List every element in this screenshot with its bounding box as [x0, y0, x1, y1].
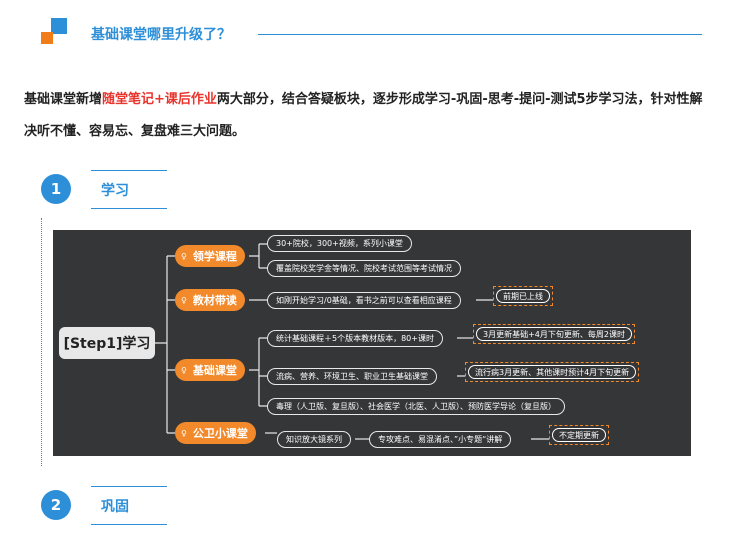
header-logo-icon: [41, 18, 67, 48]
step-2-number: 2: [41, 490, 71, 520]
mindmap-root: [Step1]学习: [59, 327, 155, 359]
leaf-1-2: 覆盖院校奖学金等情况、院校考试范围等考试情况: [267, 260, 461, 277]
tag-4: 不定期更新: [549, 425, 609, 445]
section-title: 基础课堂哪里升级了？: [91, 27, 231, 43]
leaf-2-1: 如刚开始学习/0基础，看书之前可以查看相应课程: [267, 292, 461, 309]
leaf-3-2: 流病、营养、环境卫生、职业卫生基础课堂: [267, 368, 437, 385]
step-1-rule-top: [91, 170, 167, 171]
leaf-4-2: 专攻难点、易混淆点、”小专题“讲解: [369, 431, 512, 448]
tag-3-1: 3月更新基础+4月下旬更新、每周2课时: [473, 324, 635, 344]
intro-text-1: 基础课堂新增: [24, 92, 103, 107]
mindmap-image: [Step1]学习 ♀ 领学课程 ♀ 教材带读 ♀ 基础课堂 ♀ 公卫小课堂 30+院校…: [53, 230, 691, 456]
step-1-label: 学习: [101, 183, 129, 199]
step-1-number: 1: [41, 174, 71, 204]
leaf-4-1: 知识放大镜系列: [277, 431, 351, 448]
step-connector: [41, 218, 42, 466]
branch-jichu: ♀ 基础课堂: [175, 359, 245, 381]
tag-2: 前期已上线: [493, 286, 553, 306]
leaf-1-1: 30+院校，300+视频，系列小课堂: [267, 235, 412, 252]
intro-highlight: 随堂笔记+课后作业: [102, 92, 217, 107]
title-divider: [258, 34, 702, 35]
branch-lingxue: ♀ 领学课程: [175, 245, 245, 267]
intro-paragraph: 基础课堂新增随堂笔记+课后作业两大部分，结合答疑板块，逐步形成学习-巩固-思考-…: [24, 84, 714, 148]
branch-jiaocai: ♀ 教材带读: [175, 289, 245, 311]
step-1-rule-bottom: [91, 208, 167, 209]
tag-3-2: 流行病3月更新、其他课时预计4月下旬更新: [465, 362, 640, 382]
step-2-rule-bottom: [91, 524, 167, 525]
step-2-rule-top: [91, 486, 167, 487]
branch-gongwei: ♀ 公卫小课堂: [175, 422, 256, 444]
leaf-3-1: 统计基础课程＋5个版本教材版本，80+课时: [267, 330, 443, 347]
step-2-label: 巩固: [101, 499, 129, 515]
leaf-3-3: 毒理（人卫版、复旦版）、社会医学（北医、人卫版）、预防医学导论（复旦版）: [267, 398, 565, 415]
